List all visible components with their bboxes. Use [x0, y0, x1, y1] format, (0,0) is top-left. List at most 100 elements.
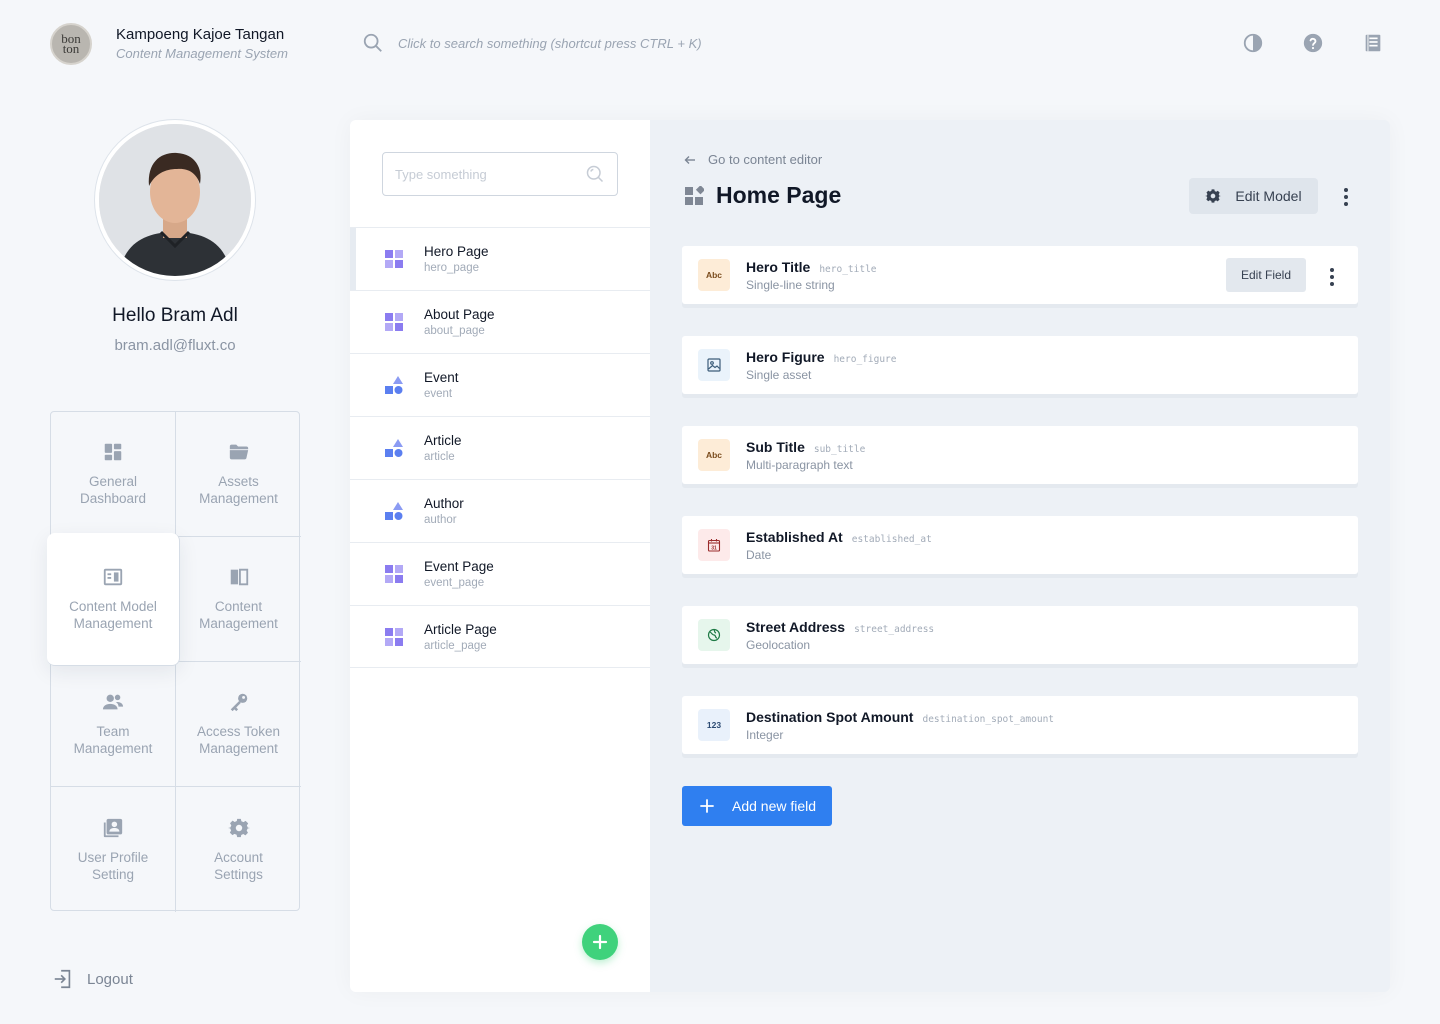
- model-item-article-page[interactable]: Article Page article_page: [350, 605, 650, 668]
- grid-icon: [385, 313, 403, 331]
- menu-user-profile-setting[interactable]: User Profile Setting: [51, 787, 176, 912]
- model-key: event_page: [424, 577, 485, 589]
- field-more-button[interactable]: [1330, 268, 1334, 286]
- header-actions: [1242, 32, 1384, 54]
- grid-icon: [385, 627, 403, 646]
- field-type: Multi-paragraph text: [746, 457, 853, 472]
- book-icon: [230, 568, 248, 586]
- global-search[interactable]: Click to search something (shortcut pres…: [362, 32, 702, 54]
- model-search-input[interactable]: [395, 166, 565, 182]
- field-name: Sub Title: [746, 438, 805, 455]
- svg-text:31: 31: [711, 545, 717, 551]
- menu-assets-management[interactable]: Assets Management: [176, 412, 301, 537]
- field-row-sub-title[interactable]: Abc Sub Title sub_title Multi-paragraph te…: [682, 426, 1358, 484]
- field-key: destination_spot_amount: [922, 713, 1055, 725]
- add-new-field-label: Add new field: [732, 798, 817, 814]
- field-name: Hero Title: [746, 258, 811, 275]
- shapes-icon: [385, 502, 403, 520]
- grid-icon: [385, 565, 403, 583]
- model-key: hero_page: [424, 262, 479, 274]
- model-name: Hero Page: [424, 244, 489, 259]
- search-icon: [363, 33, 382, 52]
- profile-email: bram.adl@fluxt.co: [114, 337, 236, 354]
- field-row-established-at[interactable]: 31 Established At established_at Date: [682, 516, 1358, 574]
- edit-field-button[interactable]: Edit Field: [1226, 258, 1306, 292]
- menu-label: Settings: [214, 866, 263, 882]
- gear-icon: [1205, 189, 1222, 203]
- model-name: About Page: [424, 307, 495, 322]
- model-key: event: [424, 388, 453, 400]
- grid-icon: [385, 250, 403, 268]
- field-row-hero-title[interactable]: Abc Hero Title hero_title Single-line stri…: [682, 246, 1358, 304]
- model-name: Event Page: [424, 559, 494, 574]
- profile-card-icon: [103, 818, 123, 837]
- field-row-destination-spot-amount[interactable]: 123 Destination Spot Amount destination_s…: [682, 696, 1358, 754]
- menu-label: Dashboard: [79, 491, 147, 506]
- logout-button[interactable]: Logout: [52, 968, 133, 990]
- field-type: Single-line string: [746, 277, 835, 292]
- menu-label: Assets: [218, 474, 259, 489]
- menu-label: Setting: [91, 866, 135, 882]
- field-name: Hero Figure: [746, 348, 825, 365]
- edit-model-button[interactable]: Edit Model: [1189, 178, 1318, 214]
- help-icon[interactable]: [1302, 32, 1324, 54]
- image-icon: [698, 349, 730, 381]
- field-name: Street Address: [746, 618, 846, 635]
- add-model-button[interactable]: [582, 924, 618, 960]
- model-key: author: [424, 514, 457, 526]
- brand-logo[interactable]: bon ton: [50, 23, 92, 65]
- field-row-street-address[interactable]: Street Address street_address Geolocation: [682, 606, 1358, 664]
- brand: Kampoeng Kajoe Tangan Content Management…: [116, 26, 288, 61]
- calendar-icon: 31: [698, 529, 730, 561]
- menu-access-token-management[interactable]: Access Token Management: [176, 662, 301, 787]
- model-item-author[interactable]: Author author: [350, 479, 650, 542]
- menu-content-management[interactable]: Content Management: [176, 537, 301, 662]
- layout-icon: [103, 568, 123, 586]
- menu-label: Content: [214, 599, 263, 614]
- brand-title: Kampoeng Kajoe Tangan: [116, 26, 285, 43]
- page-header: Home Page: [684, 182, 841, 209]
- search-icon[interactable]: [585, 164, 605, 184]
- back-link[interactable]: Go to content editor: [684, 152, 822, 167]
- notebook-icon[interactable]: [1362, 32, 1384, 54]
- back-link-label: Go to content editor: [708, 152, 823, 167]
- global-search-text: Click to search something (shortcut pres…: [398, 35, 702, 51]
- menu-content-model-management[interactable]: Content Model Management: [47, 533, 180, 666]
- shapes-icon: [385, 439, 403, 457]
- menu-general-dashboard[interactable]: General Dashboard: [51, 412, 176, 537]
- menu-account-settings[interactable]: Account Settings: [176, 787, 301, 912]
- menu-label: Management: [199, 616, 278, 631]
- model-more-button[interactable]: [1344, 188, 1348, 206]
- model-key: about_page: [424, 325, 485, 337]
- logo-text: bon ton: [61, 31, 81, 56]
- model-list: Hero Page hero_page About Page about_page …: [350, 227, 650, 668]
- menu-label: User Profile: [77, 849, 149, 865]
- avatar[interactable]: [95, 120, 255, 280]
- contrast-icon[interactable]: [1242, 32, 1264, 54]
- field-key: hero_title: [819, 263, 877, 275]
- globe-icon: [698, 619, 730, 651]
- field-row-hero-figure[interactable]: Hero Figure hero_figure Single asset: [682, 336, 1358, 394]
- model-name: Author: [424, 496, 464, 511]
- model-name: Article Page: [424, 621, 497, 637]
- text-icon: Abc: [698, 439, 730, 471]
- field-type: Date: [746, 547, 772, 562]
- model-item-hero-page[interactable]: Hero Page hero_page: [350, 227, 650, 290]
- menu-label: Access Token: [196, 724, 281, 739]
- model-item-about-page[interactable]: About Page about_page: [350, 290, 650, 353]
- field-key: established_at: [851, 533, 932, 545]
- model-item-event[interactable]: Event event: [350, 353, 650, 416]
- field-key: street_address: [854, 623, 935, 635]
- model-name: Article: [424, 433, 462, 448]
- menu-label: Management: [73, 616, 153, 631]
- gear-icon: [227, 818, 250, 837]
- shapes-icon: [385, 376, 403, 394]
- plus-icon: [592, 934, 608, 950]
- model-item-event-page[interactable]: Event Page event_page: [350, 542, 650, 605]
- field-name: Destination Spot Amount: [746, 708, 914, 725]
- model-item-article[interactable]: Article article: [350, 416, 650, 479]
- menu-label: General: [88, 474, 137, 489]
- add-new-field-button[interactable]: Add new field: [682, 786, 832, 826]
- field-key: hero_figure: [833, 353, 897, 365]
- menu-team-management[interactable]: Team Management: [51, 662, 176, 787]
